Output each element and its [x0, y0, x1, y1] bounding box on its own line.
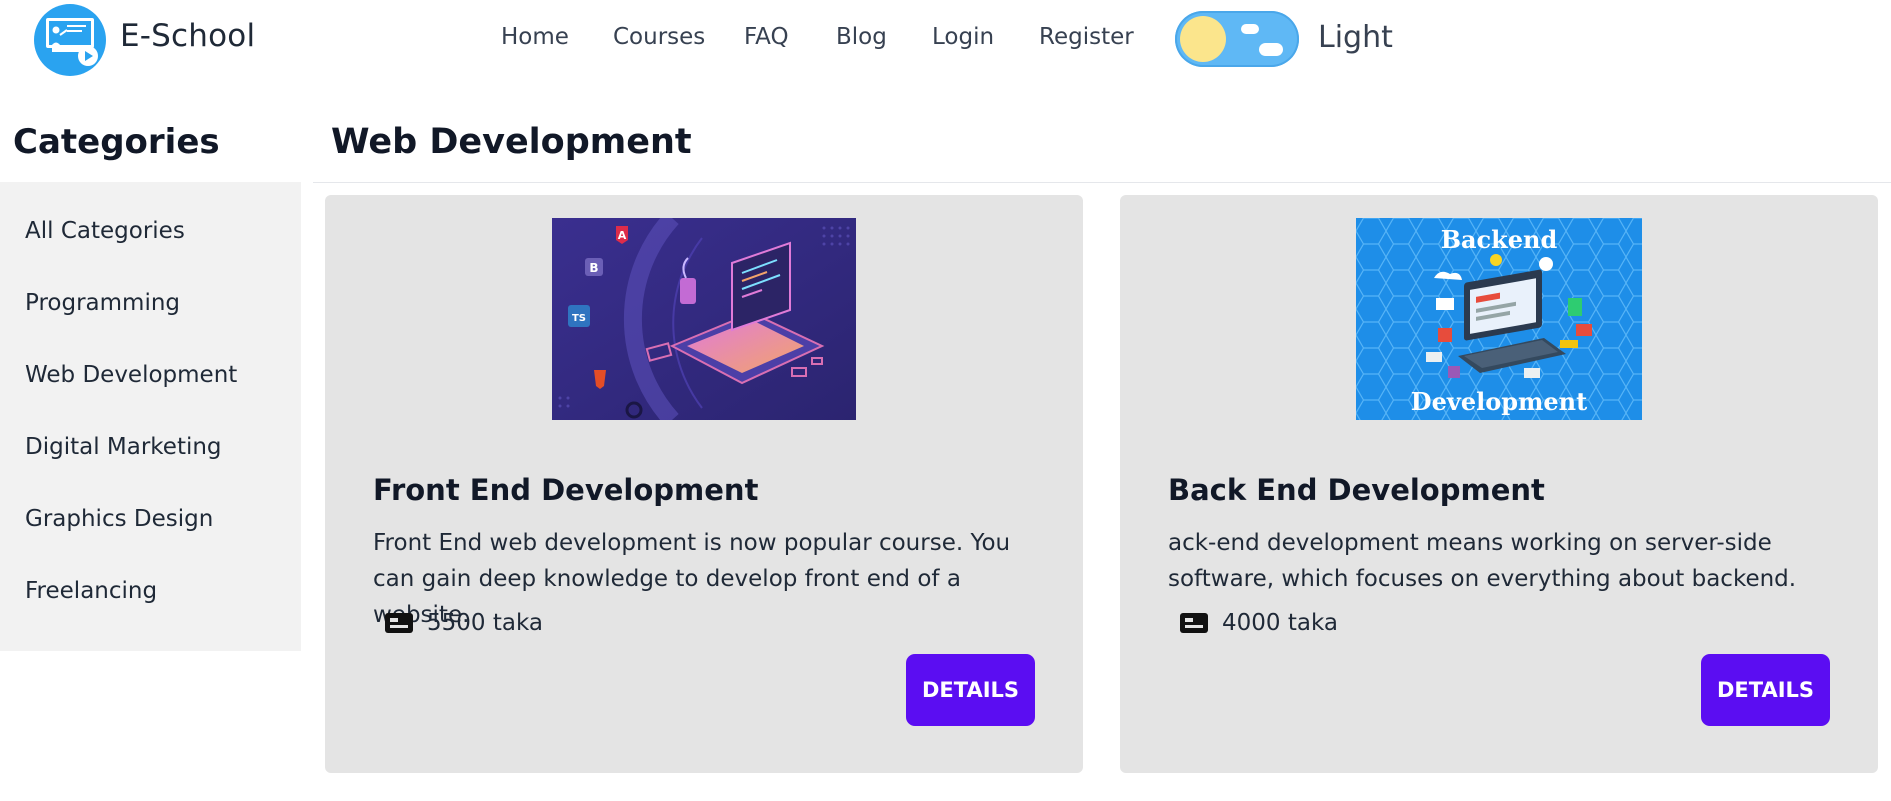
course-title: Back End Development — [1168, 473, 1545, 507]
angular-icon-text: A — [618, 229, 627, 242]
course-card-front-end: A B TS Front End Development Front End w… — [325, 195, 1083, 773]
details-button[interactable]: DETAILS — [906, 654, 1035, 726]
teacher-screen-icon — [46, 18, 98, 66]
nav-faq[interactable]: FAQ — [744, 24, 789, 50]
page-title: Web Development — [331, 122, 692, 162]
course-image-back-end[interactable]: Backend Development — [1356, 218, 1642, 420]
logo[interactable] — [34, 4, 106, 76]
image-text-bottom: Development — [1411, 387, 1587, 416]
header: E-School Home Courses FAQ Blog Login Reg… — [0, 0, 1891, 80]
course-title: Front End Development — [373, 473, 759, 507]
course-description: ack-end development means working on ser… — [1168, 530, 1797, 592]
nav-courses[interactable]: Courses — [613, 24, 705, 50]
theme-label: Light — [1318, 20, 1393, 55]
nav-home[interactable]: Home — [501, 24, 569, 50]
course-price: 5500 taka — [385, 610, 543, 636]
sun-icon — [1180, 16, 1226, 62]
sidebar: All Categories Programming Web Developme… — [0, 182, 301, 651]
bootstrap-icon-text: B — [589, 261, 598, 275]
nav-login[interactable]: Login — [932, 24, 994, 50]
nav-register[interactable]: Register — [1039, 24, 1134, 50]
sidebar-item-programming[interactable]: Programming — [25, 290, 180, 316]
divider — [313, 182, 1891, 183]
money-card-icon — [1180, 613, 1208, 633]
sidebar-item-web-development[interactable]: Web Development — [25, 362, 237, 388]
sidebar-item-graphics-design[interactable]: Graphics Design — [25, 506, 213, 532]
image-text-top: Backend — [1441, 225, 1558, 254]
sidebar-item-all-categories[interactable]: All Categories — [25, 218, 185, 244]
brand-name[interactable]: E-School — [120, 18, 255, 54]
cloud-icon — [1259, 43, 1283, 56]
price-value: 5500 taka — [427, 610, 543, 636]
nav-blog[interactable]: Blog — [836, 24, 887, 50]
course-price: 4000 taka — [1180, 610, 1338, 636]
course-image-front-end[interactable]: A B TS — [552, 218, 856, 420]
money-card-icon — [385, 613, 413, 633]
sidebar-item-freelancing[interactable]: Freelancing — [25, 578, 157, 604]
price-value: 4000 taka — [1222, 610, 1338, 636]
details-button[interactable]: DETAILS — [1701, 654, 1830, 726]
sidebar-title: Categories — [13, 122, 220, 162]
sidebar-item-digital-marketing[interactable]: Digital Marketing — [25, 434, 222, 460]
theme-toggle[interactable] — [1175, 11, 1299, 67]
cloud-icon — [1241, 24, 1259, 34]
course-card-back-end: Backend Development Back End Development… — [1120, 195, 1878, 773]
typescript-icon-text: TS — [572, 313, 586, 324]
